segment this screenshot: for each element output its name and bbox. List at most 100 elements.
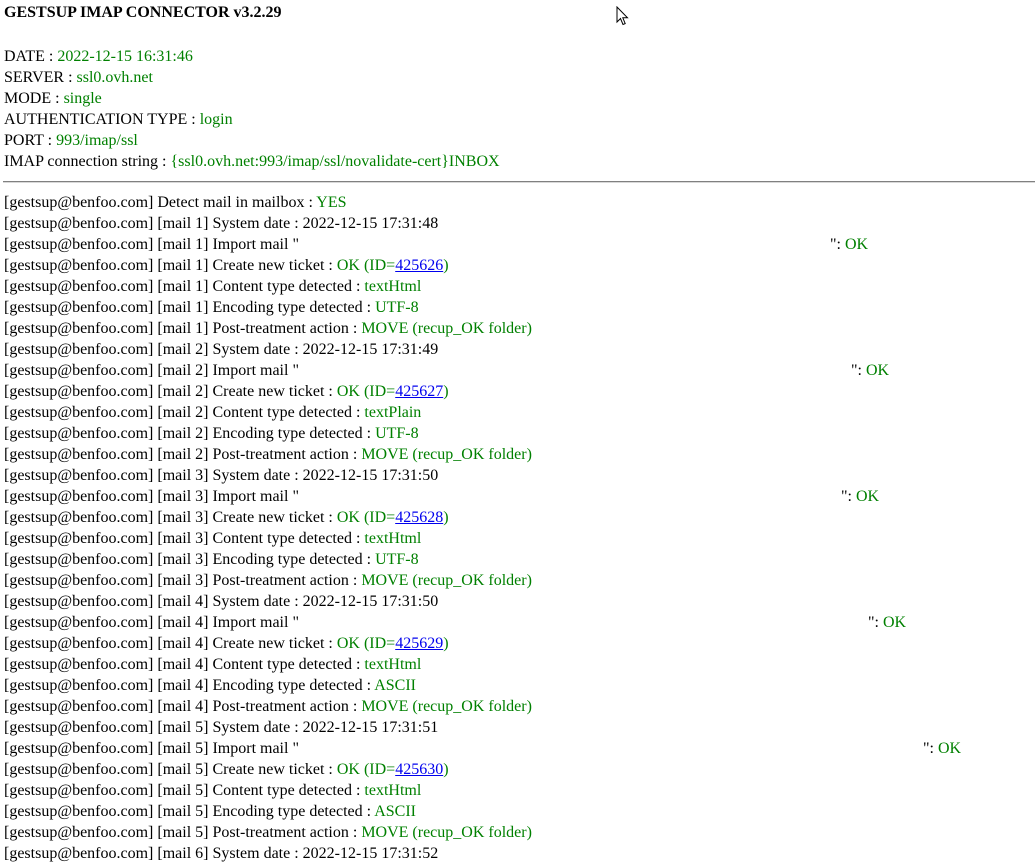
divider — [3, 181, 1035, 183]
log-line: [gestsup@benfoo.com] [mail 4] Create new… — [4, 633, 532, 654]
log-line: [gestsup@benfoo.com] [mail 5] Import mai… — [4, 738, 961, 759]
log-prefix: [gestsup@benfoo.com] [mail 4] Encoding t… — [4, 677, 375, 694]
ticket-close: ) — [443, 761, 449, 778]
log-prefix: [gestsup@benfoo.com] [mail 1] Post-treat… — [4, 320, 362, 337]
import-status: ": OK — [868, 612, 906, 633]
info-value: single — [63, 90, 102, 107]
log-line: [gestsup@benfoo.com] [mail 4] System dat… — [4, 591, 532, 612]
log-prefix: [gestsup@benfoo.com] [mail 5] Encoding t… — [4, 803, 375, 820]
import-status: ": OK — [851, 360, 889, 381]
ticket-status: OK (ID=425629) — [337, 635, 449, 652]
log-value: textHtml — [364, 656, 422, 673]
ticket-id-link[interactable]: 425626 — [395, 257, 443, 274]
log-prefix: [gestsup@benfoo.com] [mail 5] Create new… — [4, 761, 337, 778]
log-prefix: [gestsup@benfoo.com] [mail 3] System dat… — [4, 467, 439, 484]
log-line: [gestsup@benfoo.com] [mail 2] Post-treat… — [4, 444, 532, 465]
info-label: AUTHENTICATION TYPE : — [4, 111, 200, 128]
info-row: AUTHENTICATION TYPE : login — [4, 109, 500, 130]
info-value: login — [199, 111, 233, 128]
import-status: ": OK — [923, 738, 961, 759]
log-prefix: [gestsup@benfoo.com] [mail 4] System dat… — [4, 593, 439, 610]
log-value: ASCII — [374, 803, 416, 820]
log-value: textHtml — [364, 278, 422, 295]
log-line: [gestsup@benfoo.com] [mail 3] Import mai… — [4, 486, 879, 507]
log-line: [gestsup@benfoo.com] [mail 3] Create new… — [4, 507, 532, 528]
log-line: [gestsup@benfoo.com] [mail 3] Encoding t… — [4, 549, 532, 570]
log-line: [gestsup@benfoo.com] [mail 5] Encoding t… — [4, 801, 532, 822]
log-line: [gestsup@benfoo.com] [mail 5] System dat… — [4, 717, 532, 738]
info-row: PORT : 993/imap/ssl — [4, 130, 500, 151]
log-prefix: [gestsup@benfoo.com] [mail 3] Post-treat… — [4, 572, 362, 589]
log-prefix: [gestsup@benfoo.com] [mail 1] Create new… — [4, 257, 337, 274]
ticket-id-link[interactable]: 425627 — [395, 383, 443, 400]
log-line: [gestsup@benfoo.com] [mail 5] Create new… — [4, 759, 532, 780]
ticket-close: ) — [443, 509, 449, 526]
log-line: [gestsup@benfoo.com] [mail 4] Import mai… — [4, 612, 906, 633]
log-line: [gestsup@benfoo.com] [mail 2] Create new… — [4, 381, 532, 402]
log-line: [gestsup@benfoo.com] Detect mail in mail… — [4, 192, 532, 213]
import-ok: OK — [865, 362, 890, 379]
ticket-id-link[interactable]: 425629 — [395, 635, 443, 652]
log-value: textHtml — [364, 782, 422, 799]
log-line: [gestsup@benfoo.com] [mail 1] Content ty… — [4, 276, 532, 297]
import-suffix: ": — [868, 614, 883, 631]
import-ok: OK — [882, 614, 907, 631]
info-row: DATE : 2022-12-15 16:31:46 — [4, 46, 500, 67]
ticket-close: ) — [443, 383, 449, 400]
info-label: DATE : — [4, 48, 58, 65]
log-prefix: [gestsup@benfoo.com] [mail 1] Content ty… — [4, 278, 365, 295]
log-prefix: [gestsup@benfoo.com] [mail 4] Create new… — [4, 635, 337, 652]
log-value: UTF-8 — [375, 425, 419, 442]
log-line: [gestsup@benfoo.com] [mail 1] Encoding t… — [4, 297, 532, 318]
ticket-status: OK (ID=425626) — [337, 257, 449, 274]
info-value: ssl0.ovh.net — [76, 69, 153, 86]
log-prefix: [gestsup@benfoo.com] [mail 5] Content ty… — [4, 782, 365, 799]
log-line: [gestsup@benfoo.com] [mail 3] Post-treat… — [4, 570, 532, 591]
log-prefix: [gestsup@benfoo.com] [mail 1] Encoding t… — [4, 299, 376, 316]
log-value: UTF-8 — [375, 551, 419, 568]
log-prefix: [gestsup@benfoo.com] [mail 2] System dat… — [4, 341, 439, 358]
log-value: UTF-8 — [375, 299, 419, 316]
info-value: 2022-12-15 16:31:46 — [57, 48, 193, 65]
ticket-ok-label: OK (ID= — [336, 509, 396, 526]
page-title: GESTSUP IMAP CONNECTOR v3.2.29 — [4, 4, 282, 21]
log-prefix: [gestsup@benfoo.com] [mail 5] System dat… — [4, 719, 439, 736]
log-prefix: [gestsup@benfoo.com] [mail 1] Import mai… — [4, 236, 299, 253]
log-value: MOVE (recup_OK folder) — [361, 446, 532, 463]
ticket-close: ) — [443, 635, 449, 652]
log-prefix: [gestsup@benfoo.com] [mail 2] Post-treat… — [4, 446, 362, 463]
ticket-id-link[interactable]: 425630 — [395, 761, 443, 778]
log-value: MOVE (recup_OK folder) — [361, 698, 532, 715]
info-value: {ssl0.ovh.net:993/imap/ssl/novalidate-ce… — [170, 153, 500, 170]
log-line: [gestsup@benfoo.com] [mail 1] Post-treat… — [4, 318, 532, 339]
log-line: [gestsup@benfoo.com] [mail 4] Encoding t… — [4, 675, 532, 696]
log-line: [gestsup@benfoo.com] [mail 1] System dat… — [4, 213, 532, 234]
log-prefix: [gestsup@benfoo.com] [mail 1] System dat… — [4, 215, 439, 232]
ticket-status: OK (ID=425630) — [337, 761, 449, 778]
log-line: [gestsup@benfoo.com] [mail 4] Post-treat… — [4, 696, 532, 717]
log-prefix: [gestsup@benfoo.com] [mail 5] Import mai… — [4, 740, 299, 757]
log-prefix: [gestsup@benfoo.com] [mail 5] Post-treat… — [4, 824, 362, 841]
connection-info: DATE : 2022-12-15 16:31:46 SERVER : ssl0.… — [4, 46, 500, 172]
log-value: YES — [316, 194, 347, 211]
ticket-status: OK (ID=425628) — [337, 509, 449, 526]
info-label: PORT : — [4, 132, 57, 149]
log-line: [gestsup@benfoo.com] [mail 2] System dat… — [4, 339, 532, 360]
ticket-ok-label: OK (ID= — [336, 257, 396, 274]
log-prefix: [gestsup@benfoo.com] [mail 3] Content ty… — [4, 530, 365, 547]
log-value: MOVE (recup_OK folder) — [361, 572, 532, 589]
log-line: [gestsup@benfoo.com] [mail 1] Create new… — [4, 255, 532, 276]
info-row: MODE : single — [4, 88, 500, 109]
log-value: textPlain — [364, 404, 422, 421]
import-suffix: ": — [923, 740, 938, 757]
log-prefix: [gestsup@benfoo.com] [mail 3] Import mai… — [4, 488, 299, 505]
log-line: [gestsup@benfoo.com] [mail 1] Import mai… — [4, 234, 868, 255]
log-prefix: [gestsup@benfoo.com] [mail 2] Import mai… — [4, 362, 299, 379]
ticket-id-link[interactable]: 425628 — [395, 509, 443, 526]
log-prefix: [gestsup@benfoo.com] [mail 2] Create new… — [4, 383, 337, 400]
ticket-close: ) — [443, 257, 449, 274]
log-value: textHtml — [364, 530, 422, 547]
ticket-ok-label: OK (ID= — [336, 635, 396, 652]
info-row: SERVER : ssl0.ovh.net — [4, 67, 500, 88]
info-label: SERVER : — [4, 69, 77, 86]
